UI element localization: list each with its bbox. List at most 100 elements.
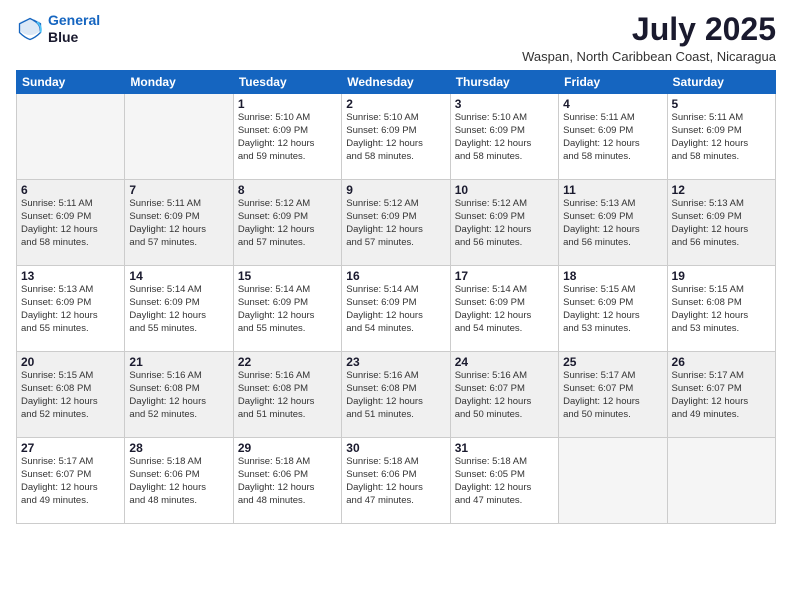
- header-row: Sunday Monday Tuesday Wednesday Thursday…: [17, 71, 776, 94]
- week-row-0: 1Sunrise: 5:10 AM Sunset: 6:09 PM Daylig…: [17, 94, 776, 180]
- day-cell: 4Sunrise: 5:11 AM Sunset: 6:09 PM Daylig…: [559, 94, 667, 180]
- day-cell: 13Sunrise: 5:13 AM Sunset: 6:09 PM Dayli…: [17, 266, 125, 352]
- week-row-2: 13Sunrise: 5:13 AM Sunset: 6:09 PM Dayli…: [17, 266, 776, 352]
- logo: General Blue: [16, 12, 100, 46]
- day-cell: 29Sunrise: 5:18 AM Sunset: 6:06 PM Dayli…: [233, 438, 341, 524]
- day-info: Sunrise: 5:15 AM Sunset: 6:08 PM Dayligh…: [21, 370, 120, 421]
- day-cell: 9Sunrise: 5:12 AM Sunset: 6:09 PM Daylig…: [342, 180, 450, 266]
- page: General Blue July 2025 Waspan, North Car…: [0, 0, 792, 612]
- day-number: 9: [346, 183, 445, 197]
- day-info: Sunrise: 5:18 AM Sunset: 6:06 PM Dayligh…: [346, 456, 445, 507]
- calendar-table: Sunday Monday Tuesday Wednesday Thursday…: [16, 70, 776, 524]
- day-cell: 7Sunrise: 5:11 AM Sunset: 6:09 PM Daylig…: [125, 180, 233, 266]
- day-number: 13: [21, 269, 120, 283]
- day-cell: 12Sunrise: 5:13 AM Sunset: 6:09 PM Dayli…: [667, 180, 775, 266]
- day-info: Sunrise: 5:15 AM Sunset: 6:09 PM Dayligh…: [563, 284, 662, 335]
- col-thursday: Thursday: [450, 71, 558, 94]
- title-block: July 2025 Waspan, North Caribbean Coast,…: [522, 12, 776, 64]
- logo-line1: General: [48, 12, 100, 28]
- day-info: Sunrise: 5:11 AM Sunset: 6:09 PM Dayligh…: [563, 112, 662, 163]
- day-number: 11: [563, 183, 662, 197]
- day-cell: 5Sunrise: 5:11 AM Sunset: 6:09 PM Daylig…: [667, 94, 775, 180]
- day-cell: 25Sunrise: 5:17 AM Sunset: 6:07 PM Dayli…: [559, 352, 667, 438]
- day-number: 22: [238, 355, 337, 369]
- day-info: Sunrise: 5:11 AM Sunset: 6:09 PM Dayligh…: [672, 112, 771, 163]
- day-number: 4: [563, 97, 662, 111]
- day-info: Sunrise: 5:18 AM Sunset: 6:06 PM Dayligh…: [238, 456, 337, 507]
- day-number: 2: [346, 97, 445, 111]
- logo-text: General Blue: [48, 12, 100, 46]
- day-cell: [17, 94, 125, 180]
- day-number: 17: [455, 269, 554, 283]
- day-number: 21: [129, 355, 228, 369]
- week-row-3: 20Sunrise: 5:15 AM Sunset: 6:08 PM Dayli…: [17, 352, 776, 438]
- day-number: 31: [455, 441, 554, 455]
- week-row-1: 6Sunrise: 5:11 AM Sunset: 6:09 PM Daylig…: [17, 180, 776, 266]
- col-friday: Friday: [559, 71, 667, 94]
- day-info: Sunrise: 5:16 AM Sunset: 6:08 PM Dayligh…: [238, 370, 337, 421]
- day-info: Sunrise: 5:13 AM Sunset: 6:09 PM Dayligh…: [672, 198, 771, 249]
- day-number: 30: [346, 441, 445, 455]
- day-number: 12: [672, 183, 771, 197]
- col-saturday: Saturday: [667, 71, 775, 94]
- day-info: Sunrise: 5:14 AM Sunset: 6:09 PM Dayligh…: [238, 284, 337, 335]
- day-number: 29: [238, 441, 337, 455]
- logo-line2: Blue: [48, 29, 100, 46]
- day-cell: 24Sunrise: 5:16 AM Sunset: 6:07 PM Dayli…: [450, 352, 558, 438]
- col-wednesday: Wednesday: [342, 71, 450, 94]
- day-cell: 8Sunrise: 5:12 AM Sunset: 6:09 PM Daylig…: [233, 180, 341, 266]
- day-info: Sunrise: 5:13 AM Sunset: 6:09 PM Dayligh…: [21, 284, 120, 335]
- day-number: 23: [346, 355, 445, 369]
- day-cell: 14Sunrise: 5:14 AM Sunset: 6:09 PM Dayli…: [125, 266, 233, 352]
- day-info: Sunrise: 5:11 AM Sunset: 6:09 PM Dayligh…: [21, 198, 120, 249]
- day-info: Sunrise: 5:16 AM Sunset: 6:08 PM Dayligh…: [129, 370, 228, 421]
- day-cell: 31Sunrise: 5:18 AM Sunset: 6:05 PM Dayli…: [450, 438, 558, 524]
- day-number: 8: [238, 183, 337, 197]
- day-info: Sunrise: 5:17 AM Sunset: 6:07 PM Dayligh…: [21, 456, 120, 507]
- day-cell: 27Sunrise: 5:17 AM Sunset: 6:07 PM Dayli…: [17, 438, 125, 524]
- day-cell: 11Sunrise: 5:13 AM Sunset: 6:09 PM Dayli…: [559, 180, 667, 266]
- day-info: Sunrise: 5:18 AM Sunset: 6:06 PM Dayligh…: [129, 456, 228, 507]
- day-number: 16: [346, 269, 445, 283]
- header: General Blue July 2025 Waspan, North Car…: [16, 12, 776, 64]
- day-cell: 6Sunrise: 5:11 AM Sunset: 6:09 PM Daylig…: [17, 180, 125, 266]
- day-cell: 15Sunrise: 5:14 AM Sunset: 6:09 PM Dayli…: [233, 266, 341, 352]
- day-info: Sunrise: 5:16 AM Sunset: 6:08 PM Dayligh…: [346, 370, 445, 421]
- day-number: 20: [21, 355, 120, 369]
- day-info: Sunrise: 5:12 AM Sunset: 6:09 PM Dayligh…: [455, 198, 554, 249]
- day-number: 26: [672, 355, 771, 369]
- month-title: July 2025: [522, 12, 776, 47]
- day-info: Sunrise: 5:17 AM Sunset: 6:07 PM Dayligh…: [563, 370, 662, 421]
- day-number: 15: [238, 269, 337, 283]
- week-row-4: 27Sunrise: 5:17 AM Sunset: 6:07 PM Dayli…: [17, 438, 776, 524]
- col-monday: Monday: [125, 71, 233, 94]
- day-cell: 10Sunrise: 5:12 AM Sunset: 6:09 PM Dayli…: [450, 180, 558, 266]
- day-info: Sunrise: 5:10 AM Sunset: 6:09 PM Dayligh…: [238, 112, 337, 163]
- day-cell: 30Sunrise: 5:18 AM Sunset: 6:06 PM Dayli…: [342, 438, 450, 524]
- day-number: 7: [129, 183, 228, 197]
- day-cell: 2Sunrise: 5:10 AM Sunset: 6:09 PM Daylig…: [342, 94, 450, 180]
- day-cell: 28Sunrise: 5:18 AM Sunset: 6:06 PM Dayli…: [125, 438, 233, 524]
- day-info: Sunrise: 5:16 AM Sunset: 6:07 PM Dayligh…: [455, 370, 554, 421]
- day-cell: 1Sunrise: 5:10 AM Sunset: 6:09 PM Daylig…: [233, 94, 341, 180]
- col-tuesday: Tuesday: [233, 71, 341, 94]
- day-info: Sunrise: 5:14 AM Sunset: 6:09 PM Dayligh…: [129, 284, 228, 335]
- day-number: 10: [455, 183, 554, 197]
- day-cell: 16Sunrise: 5:14 AM Sunset: 6:09 PM Dayli…: [342, 266, 450, 352]
- subtitle: Waspan, North Caribbean Coast, Nicaragua: [522, 49, 776, 64]
- day-info: Sunrise: 5:17 AM Sunset: 6:07 PM Dayligh…: [672, 370, 771, 421]
- day-info: Sunrise: 5:10 AM Sunset: 6:09 PM Dayligh…: [346, 112, 445, 163]
- day-cell: [559, 438, 667, 524]
- col-sunday: Sunday: [17, 71, 125, 94]
- day-number: 14: [129, 269, 228, 283]
- day-cell: [125, 94, 233, 180]
- day-number: 3: [455, 97, 554, 111]
- day-number: 24: [455, 355, 554, 369]
- day-number: 1: [238, 97, 337, 111]
- day-number: 19: [672, 269, 771, 283]
- day-cell: [667, 438, 775, 524]
- day-number: 25: [563, 355, 662, 369]
- day-number: 6: [21, 183, 120, 197]
- day-number: 28: [129, 441, 228, 455]
- day-info: Sunrise: 5:14 AM Sunset: 6:09 PM Dayligh…: [346, 284, 445, 335]
